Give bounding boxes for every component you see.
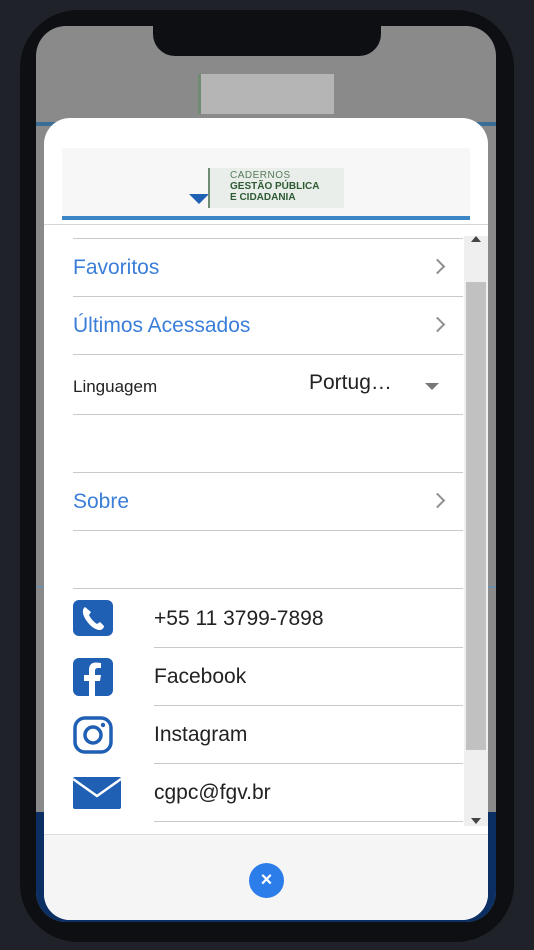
logo-line-3: E CIDADANIA <box>230 192 296 203</box>
header-divider <box>44 224 488 225</box>
menu-item-label: Favoritos <box>73 256 160 279</box>
menu-modal: CADERNOS GESTÃO PÚBLICA E CIDADANIA Favo… <box>44 118 488 920</box>
modal-header: CADERNOS GESTÃO PÚBLICA E CIDADANIA <box>62 148 470 220</box>
phone-icon <box>73 600 113 636</box>
contact-phone[interactable]: +55 11 3799-7898 <box>73 590 463 648</box>
email-address: cgpc@fgv.br <box>154 781 271 804</box>
scroll-up-arrow-icon[interactable] <box>471 236 481 242</box>
caret-down-icon <box>425 383 439 390</box>
logo-line-1: CADERNOS <box>230 170 291 181</box>
phone-number: +55 11 3799-7898 <box>154 607 324 630</box>
instagram-icon <box>73 716 113 754</box>
facebook-icon <box>73 658 113 696</box>
close-icon: × <box>260 869 273 891</box>
divider <box>154 821 463 822</box>
menu-item-about[interactable]: Sobre <box>73 473 463 531</box>
menu-item-label: Últimos Acessados <box>73 314 251 337</box>
device-notch <box>153 24 381 56</box>
blank-row <box>73 415 463 473</box>
scroll-thumb[interactable] <box>466 282 486 750</box>
menu-item-label: Sobre <box>73 490 130 513</box>
app-logo[interactable]: CADERNOS GESTÃO PÚBLICA E CIDADANIA <box>208 168 344 208</box>
chevron-right-icon <box>429 258 446 275</box>
menu-item-recent[interactable]: Últimos Acessados <box>73 297 463 355</box>
language-selector[interactable]: Linguagem Portug… <box>73 355 463 415</box>
scrollbar[interactable] <box>464 236 488 826</box>
facebook-label: Facebook <box>154 665 247 688</box>
contact-instagram[interactable]: Instagram <box>73 706 463 764</box>
instagram-label: Instagram <box>154 723 248 746</box>
mail-icon <box>73 777 121 809</box>
contact-email[interactable]: cgpc@fgv.br <box>73 764 463 822</box>
close-button[interactable]: × <box>249 863 284 898</box>
chevron-right-icon <box>429 316 446 333</box>
menu-list: Favoritos Últimos Acessados Linguagem Po… <box>44 236 464 826</box>
menu-item-favorites[interactable]: Favoritos <box>73 239 463 297</box>
language-label: Linguagem <box>73 377 158 396</box>
chevron-right-icon <box>429 492 446 509</box>
modal-footer: × <box>44 834 488 920</box>
background-logo <box>198 74 334 114</box>
caret-down-icon[interactable] <box>189 194 209 204</box>
contact-facebook[interactable]: Facebook <box>73 648 463 706</box>
scroll-down-arrow-icon[interactable] <box>471 818 481 824</box>
logo-line-2: GESTÃO PÚBLICA <box>230 181 320 192</box>
blank-row <box>73 531 463 589</box>
language-value[interactable]: Portug… <box>309 371 392 395</box>
